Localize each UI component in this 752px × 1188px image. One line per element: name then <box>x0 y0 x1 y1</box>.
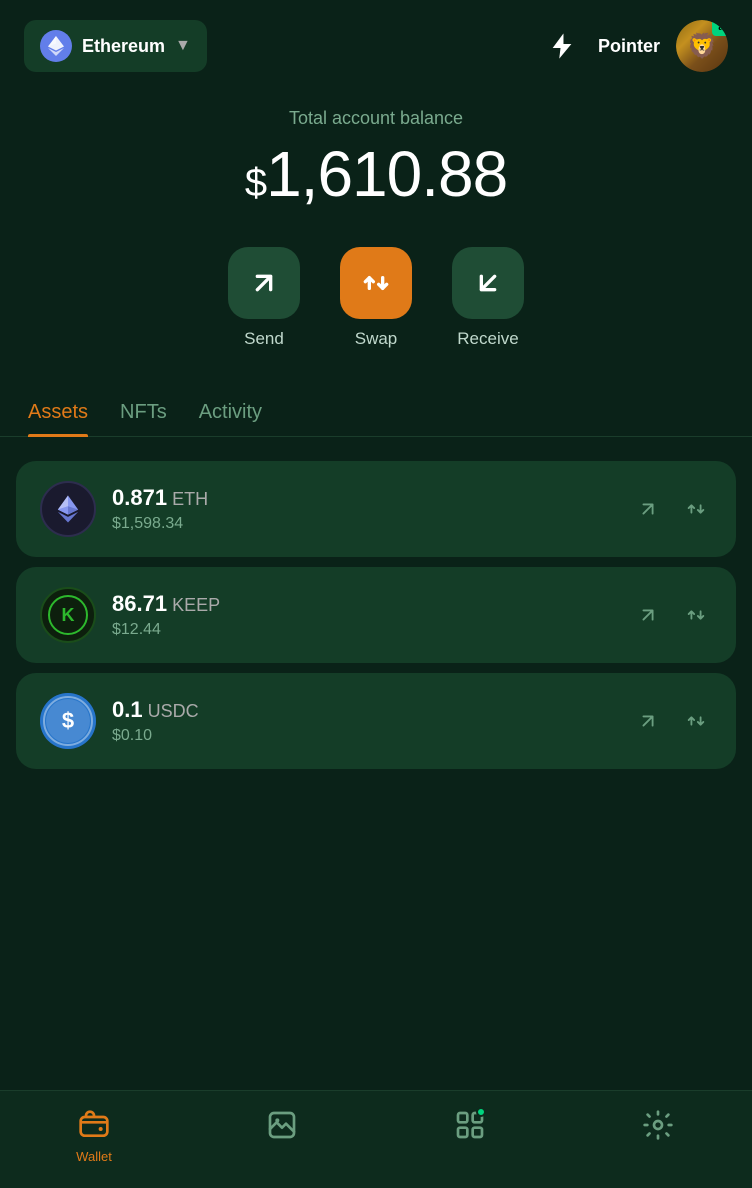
balance-section: Total account balance $1,610.88 <box>0 88 752 247</box>
eth-swap-icon[interactable] <box>680 493 712 525</box>
asset-item-usdc[interactable]: $ 0.1 USDC $0.10 <box>16 673 736 769</box>
nav-apps[interactable] <box>452 1107 488 1164</box>
balance-amount: $1,610.88 <box>24 137 728 211</box>
tabs: Assets NFTs Activity <box>0 389 752 437</box>
ethereum-asset-icon <box>50 491 86 527</box>
assets-list: 0.871 ETH $1,598.34 K <box>0 453 752 777</box>
chevron-down-icon: ▼ <box>175 37 191 55</box>
keep-info: 86.71 KEEP $12.44 <box>112 591 632 639</box>
send-label: Send <box>244 329 284 349</box>
network-name: Ethereum <box>82 36 165 57</box>
header: Ethereum ▼ Pointer 🦁 a <box>0 0 752 88</box>
header-right: Pointer 🦁 a <box>542 20 728 72</box>
usdc-swap-icon[interactable] <box>680 705 712 737</box>
wallet-nav-label: Wallet <box>76 1149 112 1164</box>
tab-nfts[interactable]: NFTs <box>120 389 167 436</box>
receive-button[interactable] <box>452 247 524 319</box>
nav-settings[interactable] <box>640 1107 676 1164</box>
balance-dollar-sign: $ <box>245 161 266 205</box>
bottom-navigation: Wallet <box>0 1090 752 1188</box>
keep-amount: 86.71 KEEP <box>112 591 632 617</box>
eth-value: $1,598.34 <box>112 515 632 533</box>
keep-asset-icon: K <box>47 594 89 636</box>
ethereum-logo-icon <box>40 30 72 62</box>
apps-notification-dot <box>476 1107 486 1117</box>
keep-actions <box>632 599 712 631</box>
receive-arrow-icon <box>472 267 504 299</box>
asset-item-eth[interactable]: 0.871 ETH $1,598.34 <box>16 461 736 557</box>
keep-icon: K <box>40 587 96 643</box>
pointer-label: Pointer <box>598 36 660 57</box>
wallet-icon <box>76 1107 112 1143</box>
usdc-icon: $ <box>40 693 96 749</box>
tab-assets[interactable]: Assets <box>28 389 88 436</box>
svg-text:K: K <box>62 605 75 625</box>
balance-label: Total account balance <box>24 108 728 129</box>
svg-text:$: $ <box>62 708 74 733</box>
lightning-icon <box>548 32 576 60</box>
eth-send-icon[interactable] <box>632 493 664 525</box>
usdc-asset-icon: $ <box>40 693 96 749</box>
swap-label: Swap <box>355 329 398 349</box>
balance-value: 1,610.88 <box>266 138 507 210</box>
keep-send-icon[interactable] <box>632 599 664 631</box>
eth-icon <box>40 481 96 537</box>
gallery-icon <box>264 1107 300 1143</box>
usdc-info: 0.1 USDC $0.10 <box>112 697 632 745</box>
asset-item-keep[interactable]: K 86.71 KEEP $12.44 <box>16 567 736 663</box>
tab-activity[interactable]: Activity <box>199 389 262 436</box>
keep-swap-icon[interactable] <box>680 599 712 631</box>
swap-arrows-icon <box>360 267 392 299</box>
nav-gallery[interactable] <box>264 1107 300 1164</box>
network-selector[interactable]: Ethereum ▼ <box>24 20 207 72</box>
keep-value: $12.44 <box>112 621 632 639</box>
usdc-actions <box>632 705 712 737</box>
send-button-wrapper[interactable]: Send <box>228 247 300 349</box>
settings-icon <box>640 1107 676 1143</box>
send-arrow-icon <box>248 267 280 299</box>
receive-button-wrapper[interactable]: Receive <box>452 247 524 349</box>
send-button[interactable] <box>228 247 300 319</box>
swap-button[interactable] <box>340 247 412 319</box>
eth-actions <box>632 493 712 525</box>
lightning-button[interactable] <box>542 26 582 66</box>
eth-info: 0.871 ETH $1,598.34 <box>112 485 632 533</box>
action-buttons: Send Swap Receive <box>0 247 752 389</box>
avatar-badge: a <box>712 20 728 36</box>
eth-amount: 0.871 ETH <box>112 485 632 511</box>
nav-wallet[interactable]: Wallet <box>76 1107 112 1164</box>
receive-label: Receive <box>457 329 518 349</box>
usdc-value: $0.10 <box>112 727 632 745</box>
usdc-amount: 0.1 USDC <box>112 697 632 723</box>
usdc-send-icon[interactable] <box>632 705 664 737</box>
swap-button-wrapper[interactable]: Swap <box>340 247 412 349</box>
avatar[interactable]: 🦁 a <box>676 20 728 72</box>
